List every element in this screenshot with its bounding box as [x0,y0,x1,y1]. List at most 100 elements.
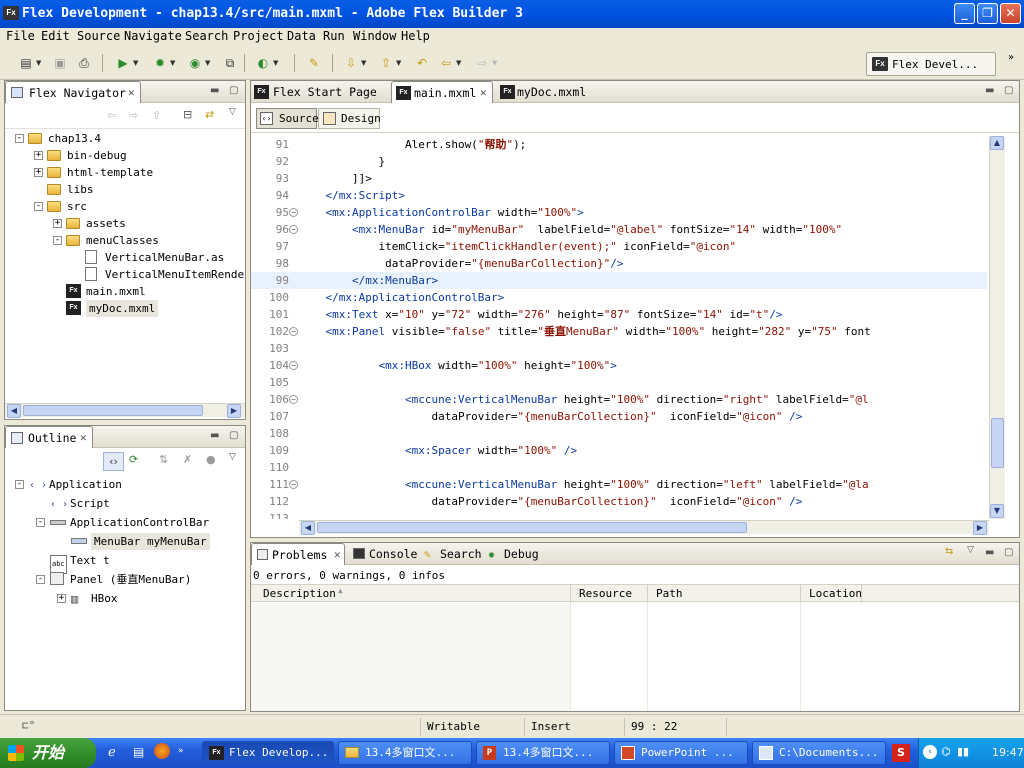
code-line[interactable]: 109 <mx:Spacer width="100%" /> [251,442,987,459]
tab-main-mxml[interactable]: Fx main.mxml ✕ [391,81,493,103]
tree-item[interactable]: + assets [5,215,245,232]
start-button[interactable]: 开始 [0,738,96,768]
minimize-icon[interactable]: ▬ [210,85,219,96]
column-path[interactable]: Path [656,587,683,600]
code-line[interactable]: 91 Alert.show("帮助"); [251,136,987,153]
code-line[interactable]: 103 [251,340,987,357]
expand-toggle-icon[interactable]: - [53,236,62,245]
tree-item[interactable]: - menuClasses [5,232,245,249]
tree-item[interactable]: - chap13.4 [5,130,245,147]
code-line[interactable]: 111− <mccune:VerticalMenuBar height="100… [251,476,987,493]
forward-dropdown-icon[interactable]: ▼ [492,55,499,71]
tree-item[interactable]: + html-template [5,164,245,181]
next-annotation-icon[interactable]: ⇩ [343,55,359,71]
scroll-right-icon[interactable]: ▶ [973,521,987,535]
code-line[interactable]: 110 [251,459,987,476]
code-line[interactable]: 112 dataProvider="{menuBarCollection}" i… [251,493,987,510]
new-dropdown-icon[interactable]: ▼ [36,55,43,71]
run-icon[interactable]: ▶ [115,55,131,71]
menu-run[interactable]: Run [323,29,345,43]
code-line[interactable]: 96− <mx:MenuBar id="myMenuBar" labelFiel… [251,221,987,238]
external-tools-icon[interactable]: ◐ [255,55,271,71]
task-folder-1[interactable]: 13.4多窗口文... [338,741,472,765]
back-dropdown-icon[interactable]: ▼ [456,55,463,71]
scroll-thumb[interactable] [317,522,747,533]
tab-outline[interactable]: Outline ✕ [5,426,93,448]
close-icon[interactable]: ✕ [128,82,135,104]
column-description[interactable]: Description [263,587,336,600]
task-powerpoint[interactable]: PowerPoint ... [614,741,748,765]
code-line[interactable]: 105 [251,374,987,391]
fold-toggle-icon[interactable]: − [289,208,298,217]
code-line[interactable]: 93 ]]> [251,170,987,187]
code-line[interactable]: 94 </mx:Script> [251,187,987,204]
view-menu-icon[interactable]: ▽ [229,107,236,117]
code-line[interactable]: 108 [251,425,987,442]
next-annotation-dropdown-icon[interactable]: ▼ [361,55,368,71]
refresh-icon[interactable]: ⟳ [129,453,138,466]
code-area[interactable]: 91 Alert.show("帮助"); 92 } 93 ]]> 94 </mx:Sc… [251,136,989,519]
expand-toggle-icon[interactable]: + [34,151,43,160]
scroll-right-icon[interactable]: ▶ [227,404,241,418]
minimize-icon[interactable]: ▬ [985,85,994,96]
code-line[interactable]: 99 </mx:MenuBar> [251,272,987,289]
forward-icon[interactable]: ⇨ [129,109,138,122]
run-dropdown-icon[interactable]: ▼ [133,55,140,71]
clock[interactable]: 19:47 [992,746,1024,759]
navigator-hscrollbar[interactable]: ◀ ▶ [5,403,245,418]
expand-toggle-icon[interactable]: + [57,594,66,603]
maximize-icon[interactable]: ▢ [229,430,238,441]
title-bar[interactable]: Fx Flex Development - chap13.4/src/main.… [0,0,1024,28]
forward-icon[interactable]: ⇨ [474,55,490,71]
collapse-all-icon[interactable]: ⊟ [183,108,192,121]
scroll-left-icon[interactable]: ◀ [301,521,315,535]
expand-toggle-icon[interactable]: + [53,219,62,228]
tab-console[interactable]: Console [349,543,417,565]
column-divider[interactable] [647,585,648,603]
menu-project[interactable]: Project [233,29,284,43]
code-line[interactable]: 106− <mccune:VerticalMenuBar height="100… [251,391,987,408]
scroll-thumb[interactable] [991,418,1004,468]
menu-edit[interactable]: Edit [41,29,70,43]
tab-flex-navigator[interactable]: Flex Navigator ✕ [5,81,141,103]
editor-vscrollbar[interactable]: ▲ ▼ [989,136,1005,519]
debug-icon[interactable]: ✹ [152,55,168,71]
fold-toggle-icon[interactable]: − [289,225,298,234]
minimize-icon[interactable]: ▬ [985,547,994,558]
minimize-icon[interactable]: ▬ [210,430,219,441]
tray-network-icon[interactable]: ⌬ [941,745,951,758]
task-flex-builder[interactable]: Fx Flex Develop... [202,741,334,765]
expand-toggle-icon[interactable]: - [34,202,43,211]
menu-help[interactable]: Help [401,29,430,43]
column-divider[interactable] [861,585,862,603]
outline-item[interactable]: + ▥ HBox [5,590,245,607]
close-icon[interactable]: ✕ [334,544,341,566]
input-method-icon[interactable]: S [892,744,910,762]
print-icon[interactable]: ⎙ [76,55,92,71]
tree-item[interactable]: libs [5,181,245,198]
tray-expand-icon[interactable]: ‹ [923,745,937,759]
tray-volume-icon[interactable]: ▮▮ [957,745,969,758]
code-line[interactable]: 107 dataProvider="{menuBarCollection}" i… [251,408,987,425]
menu-navigate[interactable]: Navigate [124,29,182,43]
new-icon[interactable]: ▤ [18,55,34,71]
tab-search[interactable]: ✎ Search [421,543,482,565]
outline-item[interactable]: - ApplicationControlBar [5,514,245,531]
task-explorer[interactable]: C:\Documents... [752,741,886,765]
menu-data[interactable]: Data [287,29,316,43]
quicklaunch-desktop-icon[interactable]: ▤ [133,745,144,759]
code-line[interactable]: 97 itemClick="itemClickHandler(event);" … [251,238,987,255]
last-edit-icon[interactable]: ↶ [414,55,430,71]
profile-dropdown-icon[interactable]: ▼ [205,55,212,71]
view-menu-icon[interactable]: ▽ [967,545,974,555]
show-mxml-icon[interactable]: ‹› [103,452,124,471]
profile-icon[interactable]: ◉ [187,55,203,71]
quicklaunch-expand-icon[interactable]: » [178,746,184,756]
tab-problems[interactable]: Problems ✕ [251,543,345,565]
column-divider[interactable] [800,585,801,603]
task-pdf[interactable]: P 13.4多窗口文... [476,741,610,765]
menu-search[interactable]: Search [185,29,228,43]
prev-annotation-icon[interactable]: ⇧ [378,55,394,71]
export-icon[interactable]: ⧉ [222,55,238,71]
quicklaunch-firefox-icon[interactable] [154,743,170,759]
